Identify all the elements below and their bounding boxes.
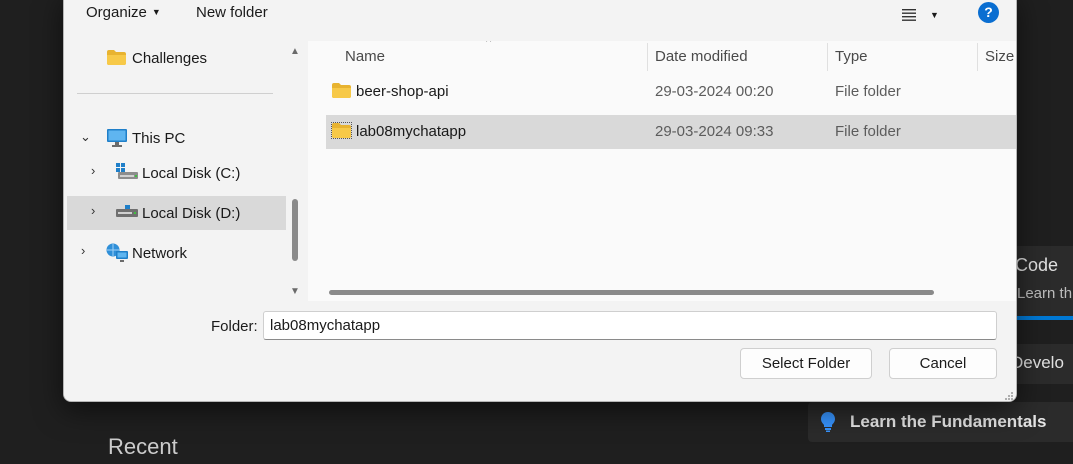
dialog-footer: Folder: Select Folder Cancel <box>64 301 1016 401</box>
organize-label: Organize <box>86 4 147 21</box>
nav-item-network[interactable]: › Network <box>64 236 283 270</box>
nav-item-this-pc[interactable]: ⌄ This PC <box>64 121 283 155</box>
column-header-date-modified[interactable]: Date modified <box>655 41 748 73</box>
chevron-down-icon: ⌄ <box>80 129 91 144</box>
select-folder-button[interactable]: Select Folder <box>740 348 872 379</box>
resize-grip-icon[interactable] <box>1004 391 1014 401</box>
nav-item-label: Network <box>132 244 188 262</box>
new-folder-button[interactable]: New folder <box>196 4 268 21</box>
column-divider[interactable] <box>827 43 828 71</box>
walkthrough-title: Develo <box>1011 353 1064 372</box>
nav-item-challenges[interactable]: Challenges <box>64 41 283 75</box>
chevron-right-icon: › <box>91 163 96 178</box>
drive-icon <box>116 205 138 217</box>
sort-ascending-icon: ^ <box>486 41 492 48</box>
folder-icon <box>331 122 352 139</box>
scroll-up-arrow-icon[interactable]: ▲ <box>290 46 300 57</box>
dialog-toolbar: Organize ▼ New folder ▼ ? <box>64 1 1016 41</box>
network-icon <box>106 243 128 262</box>
file-type: File folder <box>835 83 901 100</box>
scrollbar-thumb[interactable] <box>329 290 934 295</box>
walkthrough-title: Learn the Fundamentals <box>850 412 1047 431</box>
chevron-right-icon: › <box>81 243 86 258</box>
view-options-button[interactable]: ▼ <box>902 5 946 25</box>
chevron-right-icon: › <box>91 203 96 218</box>
organize-menu-button[interactable]: Organize ▼ <box>86 4 161 21</box>
file-name: beer-shop-api <box>356 83 449 100</box>
walkthrough-subtitle: Learn th <box>1017 285 1073 302</box>
caret-down-icon: ▼ <box>930 10 939 20</box>
file-name: lab08mychatapp <box>356 123 467 140</box>
select-folder-dialog: Organize ▼ New folder ▼ ? Challenges ⌄ T… <box>63 0 1017 402</box>
nav-item-label: This PC <box>132 129 186 147</box>
folder-label: Folder: <box>211 318 258 335</box>
walkthrough-title: Code <box>1015 255 1059 275</box>
scroll-down-arrow-icon[interactable]: ▼ <box>290 286 300 297</box>
help-button[interactable]: ? <box>978 2 999 23</box>
nav-item-local-disk-d[interactable]: › Local Disk (D:) <box>67 196 286 230</box>
column-header-name[interactable]: Name <box>345 41 385 73</box>
nav-item-label: Local Disk (D:) <box>142 204 241 222</box>
column-header-size[interactable]: Size <box>985 41 1014 73</box>
file-row-beer-shop-api[interactable]: beer-shop-api 29-03-2024 00:20 File fold… <box>326 75 1016 109</box>
computer-icon <box>107 129 127 147</box>
cancel-button[interactable]: Cancel <box>889 348 997 379</box>
file-list-horizontal-scrollbar[interactable] <box>308 283 1016 301</box>
nav-item-local-disk-c[interactable]: › Local Disk (C:) <box>64 156 283 190</box>
folder-icon <box>332 83 351 98</box>
scrollbar-thumb[interactable] <box>292 199 298 261</box>
caret-down-icon: ▼ <box>151 7 161 17</box>
file-list: ^ Name Date modified Type Size beer-shop… <box>308 41 1016 301</box>
drive-icon <box>116 163 138 179</box>
nav-divider <box>77 93 273 94</box>
nav-item-label: Challenges <box>132 49 208 67</box>
recent-heading: Recent <box>108 434 178 459</box>
column-header-type[interactable]: Type <box>835 41 868 73</box>
nav-item-label: Local Disk (C:) <box>142 164 241 182</box>
navigation-scrollbar[interactable]: ▲ ▼ <box>286 41 304 301</box>
file-date-modified: 29-03-2024 00:20 <box>655 83 774 100</box>
column-divider[interactable] <box>647 43 648 71</box>
folder-name-input[interactable] <box>263 311 997 340</box>
walkthrough-card-fundamentals[interactable]: Learn the Fundamentals <box>808 402 1073 442</box>
lightbulb-icon <box>821 412 835 432</box>
view-list-icon <box>902 9 916 21</box>
file-date-modified: 29-03-2024 09:33 <box>655 123 774 140</box>
file-row-lab08mychatapp[interactable]: lab08mychatapp 29-03-2024 09:33 File fol… <box>326 115 1016 149</box>
file-type: File folder <box>835 123 901 140</box>
folder-icon <box>107 50 126 65</box>
navigation-pane: Challenges ⌄ This PC › Local Disk (C:) ›… <box>64 41 306 301</box>
column-divider[interactable] <box>977 43 978 71</box>
